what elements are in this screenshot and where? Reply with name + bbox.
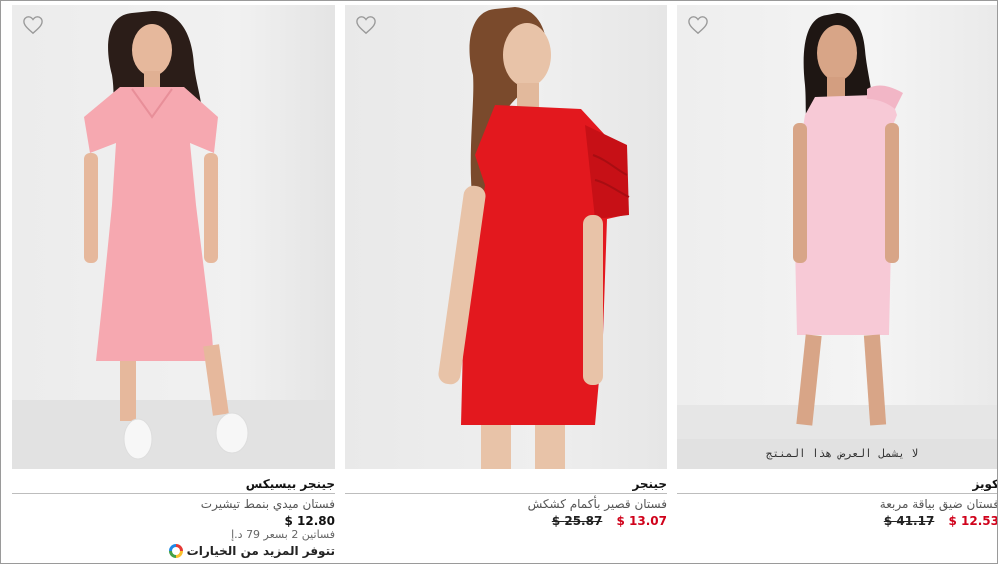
heart-icon[interactable] xyxy=(22,15,44,35)
sale-price: 12.53 $ xyxy=(948,514,998,528)
product-image-2[interactable] xyxy=(345,5,667,469)
color-options-icon xyxy=(168,544,183,558)
more-options-label[interactable]: تتوفر المزيد من الخيارات xyxy=(187,544,335,558)
product-name[interactable]: فستان ضيق بياقة مربعة xyxy=(880,497,997,511)
product-image-1[interactable] xyxy=(12,5,335,469)
product-grid: جينجر بيسيكس فستان ميدي بنمط تيشيرت 12.8… xyxy=(0,0,998,564)
heart-icon[interactable] xyxy=(687,15,709,35)
sale-price: 13.07 $ xyxy=(616,514,668,528)
divider xyxy=(12,493,335,494)
product-brand[interactable]: جينجر xyxy=(632,477,667,491)
product-brand[interactable]: كويز xyxy=(973,477,997,491)
old-price: 41.17 $ xyxy=(883,514,935,528)
product-name[interactable]: فستان قصير بأكمام كشكش xyxy=(528,497,667,511)
promo-text: فساتين 2 بسعر 79 د.إ xyxy=(231,528,335,541)
more-options-link[interactable]: تتوفر المزيد من الخيارات xyxy=(168,544,335,558)
product-card-2[interactable]: جينجر فستان قصير بأكمام كشكش 13.07 $ 25.… xyxy=(345,5,667,561)
product-brand[interactable]: جينجر بيسيكس xyxy=(246,477,335,491)
product-name[interactable]: فستان ميدي بنمط تيشيرت xyxy=(201,497,335,511)
product-card-3[interactable]: لا يشمل العرض هذا المنتج كويز فستان ضيق … xyxy=(677,5,998,561)
price-row: 12.80 $ xyxy=(285,514,336,528)
promo-exclusion-note: لا يشمل العرض هذا المنتج xyxy=(677,439,997,469)
price-row: 13.07 $ 25.87 $ xyxy=(552,514,667,528)
heart-icon[interactable] xyxy=(355,15,377,35)
product-price: 12.80 $ xyxy=(284,514,336,528)
price-row: 12.53 $ 41.17 $ xyxy=(883,514,998,528)
product-image-3[interactable]: لا يشمل العرض هذا المنتج xyxy=(677,5,997,469)
product-card-1[interactable]: جينجر بيسيكس فستان ميدي بنمط تيشيرت 12.8… xyxy=(12,5,335,561)
divider xyxy=(345,493,667,494)
divider xyxy=(677,493,997,494)
old-price: 25.87 $ xyxy=(551,514,603,528)
